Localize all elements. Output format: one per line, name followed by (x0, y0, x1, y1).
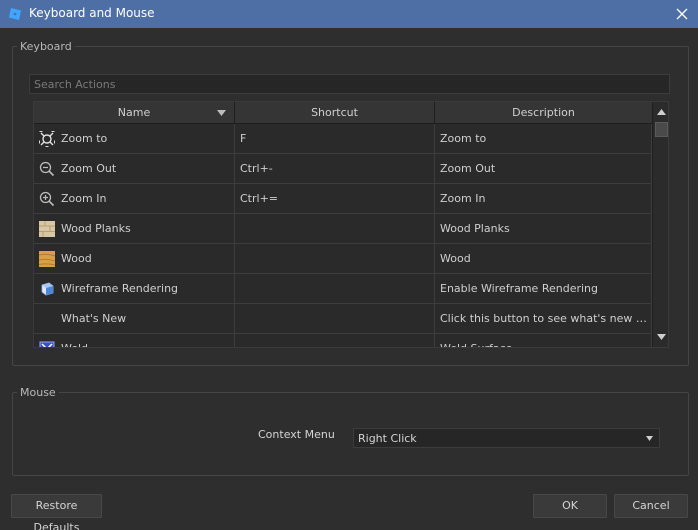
ok-button[interactable]: OK (533, 494, 607, 518)
close-icon[interactable] (670, 2, 694, 26)
context-menu-selected-value: Right Click (358, 432, 417, 445)
keyboard-group-label: Keyboard (17, 40, 75, 53)
actions-table: Name Shortcut Description Zoom to F Zoom… (33, 101, 669, 348)
row-description: Zoom In (435, 184, 652, 214)
row-shortcut[interactable]: Ctrl+= (235, 184, 435, 214)
roblox-studio-icon (9, 8, 21, 20)
column-header-label: Shortcut (311, 106, 358, 119)
column-header-label: Description (512, 106, 575, 119)
row-name: Wood (34, 244, 235, 274)
row-description: Zoom Out (435, 154, 652, 184)
row-description: Enable Wireframe Rendering (435, 274, 652, 304)
row-name: Zoom In (34, 184, 235, 214)
table-row[interactable]: Weld Weld Surface (34, 334, 652, 347)
row-name: Wood Planks (34, 214, 235, 244)
scroll-down-arrow-icon[interactable] (653, 329, 669, 345)
row-name: What's New (34, 304, 235, 334)
column-header-description[interactable]: Description (435, 102, 652, 124)
cancel-button[interactable]: Cancel (614, 494, 688, 518)
row-description: Wood Planks (435, 214, 652, 244)
table-row[interactable]: Wood Wood (34, 244, 652, 274)
row-description: Weld Surface (435, 334, 652, 347)
title-bar[interactable]: Keyboard and Mouse (0, 0, 698, 28)
row-name: Weld (34, 334, 235, 347)
restore-defaults-button[interactable]: Restore Defaults (11, 494, 102, 530)
row-shortcut[interactable] (235, 214, 435, 244)
table-row[interactable]: Wireframe Rendering Enable Wireframe Ren… (34, 274, 652, 304)
sort-descending-icon (217, 110, 226, 116)
window-title: Keyboard and Mouse (29, 6, 155, 20)
table-row[interactable]: What's New Click this button to see what… (34, 304, 652, 334)
table-row[interactable]: Zoom In Ctrl+= Zoom In (34, 184, 652, 214)
row-shortcut[interactable] (235, 304, 435, 334)
column-header-name[interactable]: Name (34, 102, 235, 124)
row-description: Zoom to (435, 124, 652, 154)
table-scrollbar[interactable] (652, 102, 669, 347)
row-shortcut[interactable] (235, 274, 435, 304)
row-shortcut[interactable] (235, 334, 435, 347)
mouse-group-label: Mouse (17, 386, 59, 399)
keyboard-and-mouse-dialog: Keyboard and Mouse Keyboard Name Shortcu… (0, 0, 698, 530)
row-shortcut[interactable] (235, 244, 435, 274)
table-header: Name Shortcut Description (34, 102, 652, 124)
row-name: Zoom Out (34, 154, 235, 184)
search-actions-input[interactable] (29, 74, 670, 94)
row-shortcut[interactable]: Ctrl+- (235, 154, 435, 184)
column-header-shortcut[interactable]: Shortcut (235, 102, 435, 124)
chevron-down-icon (646, 436, 653, 441)
scroll-up-arrow-icon[interactable] (653, 104, 669, 120)
row-name: Wireframe Rendering (34, 274, 235, 304)
row-description: Click this button to see what's new wit.… (435, 304, 652, 334)
column-header-label: Name (117, 106, 151, 119)
row-shortcut[interactable]: F (235, 124, 435, 154)
table-row[interactable]: Zoom to F Zoom to (34, 124, 652, 154)
row-name: Zoom to (34, 124, 235, 154)
context-menu-label: Context Menu (258, 428, 335, 441)
context-menu-select[interactable]: Right Click (353, 428, 660, 448)
row-description: Wood (435, 244, 652, 274)
table-row[interactable]: Wood Planks Wood Planks (34, 214, 652, 244)
table-row[interactable]: Zoom Out Ctrl+- Zoom Out (34, 154, 652, 184)
scrollbar-thumb[interactable] (655, 122, 668, 137)
